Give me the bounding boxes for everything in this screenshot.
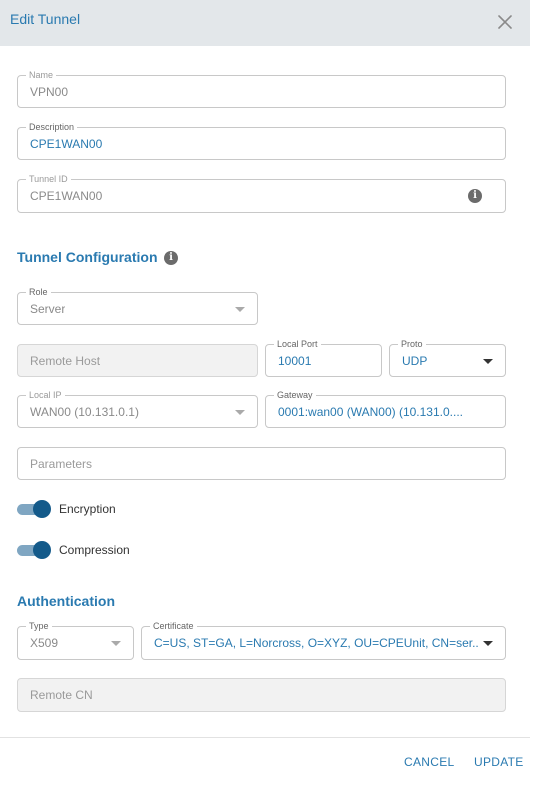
tunnel-id-field[interactable]: Tunnel ID CPE1WAN00 i	[17, 174, 506, 213]
cancel-button[interactable]: CANCEL	[404, 755, 454, 769]
encryption-toggle[interactable]	[17, 500, 51, 518]
toggle-knob	[33, 541, 51, 559]
certificate-select[interactable]: Certificate C=US, ST=GA, L=Norcross, O=X…	[141, 621, 506, 660]
proto-select[interactable]: Proto UDP	[389, 339, 506, 377]
chevron-down-icon	[235, 306, 245, 312]
local-ip-value: WAN00 (10.131.0.1)	[30, 404, 139, 419]
dialog-header: Edit Tunnel	[0, 0, 530, 46]
tunnel-config-heading: Tunnel Configuration	[17, 249, 158, 265]
local-port-field[interactable]: Local Port 10001	[265, 339, 382, 377]
name-field[interactable]: Name VPN00	[17, 70, 506, 108]
info-icon[interactable]: i	[164, 251, 178, 265]
certificate-value: C=US, ST=GA, L=Norcross, O=XYZ, OU=CPEUn…	[154, 636, 479, 650]
name-value: VPN00	[30, 84, 69, 99]
gateway-label: Gateway	[274, 390, 316, 401]
proto-label: Proto	[398, 339, 426, 350]
name-label: Name	[26, 70, 57, 81]
remote-host-placeholder: Remote Host	[30, 353, 101, 368]
parameters-placeholder: Parameters	[30, 456, 93, 471]
gateway-value: 0001:wan00 (WAN00) (10.131.0....	[278, 404, 463, 419]
proto-value: UDP	[402, 353, 428, 368]
remote-host-input[interactable]: Remote Host	[17, 344, 258, 377]
local-ip-label: Local IP	[26, 390, 65, 401]
remote-cn-input[interactable]: Remote CN	[17, 678, 506, 712]
remote-cn-placeholder: Remote CN	[30, 688, 93, 702]
compression-label: Compression	[59, 543, 130, 557]
description-field[interactable]: Description CPE1WAN00	[17, 122, 506, 160]
description-value: CPE1WAN00	[30, 136, 103, 151]
chevron-down-icon	[235, 409, 245, 415]
certificate-label: Certificate	[150, 621, 197, 632]
compression-toggle[interactable]	[17, 541, 51, 559]
chevron-down-icon	[111, 641, 121, 646]
toggle-knob	[33, 500, 51, 518]
role-select[interactable]: Role Server	[17, 287, 258, 325]
local-ip-select[interactable]: Local IP WAN00 (10.131.0.1)	[17, 390, 258, 428]
parameters-input[interactable]: Parameters	[17, 447, 506, 480]
tunnel-id-label: Tunnel ID	[26, 174, 71, 185]
chevron-down-icon	[483, 358, 493, 364]
role-label: Role	[26, 287, 51, 298]
update-button[interactable]: UPDATE	[474, 755, 524, 769]
dialog-title: Edit Tunnel	[10, 11, 81, 27]
auth-type-select[interactable]: Type X509	[17, 621, 134, 660]
auth-type-label: Type	[26, 621, 52, 632]
authentication-heading: Authentication	[17, 593, 115, 609]
local-port-label: Local Port	[274, 339, 321, 350]
encryption-label: Encryption	[59, 502, 116, 516]
tunnel-id-value: CPE1WAN00	[30, 189, 103, 203]
gateway-select[interactable]: Gateway 0001:wan00 (WAN00) (10.131.0....	[265, 390, 506, 428]
auth-type-value: X509	[30, 636, 59, 650]
footer-divider	[0, 737, 530, 738]
chevron-down-icon	[483, 641, 493, 646]
close-icon[interactable]	[495, 12, 515, 32]
info-icon[interactable]: i	[468, 189, 482, 203]
local-port-value: 10001	[278, 353, 312, 368]
role-value: Server	[30, 301, 66, 316]
description-label: Description	[26, 122, 78, 133]
